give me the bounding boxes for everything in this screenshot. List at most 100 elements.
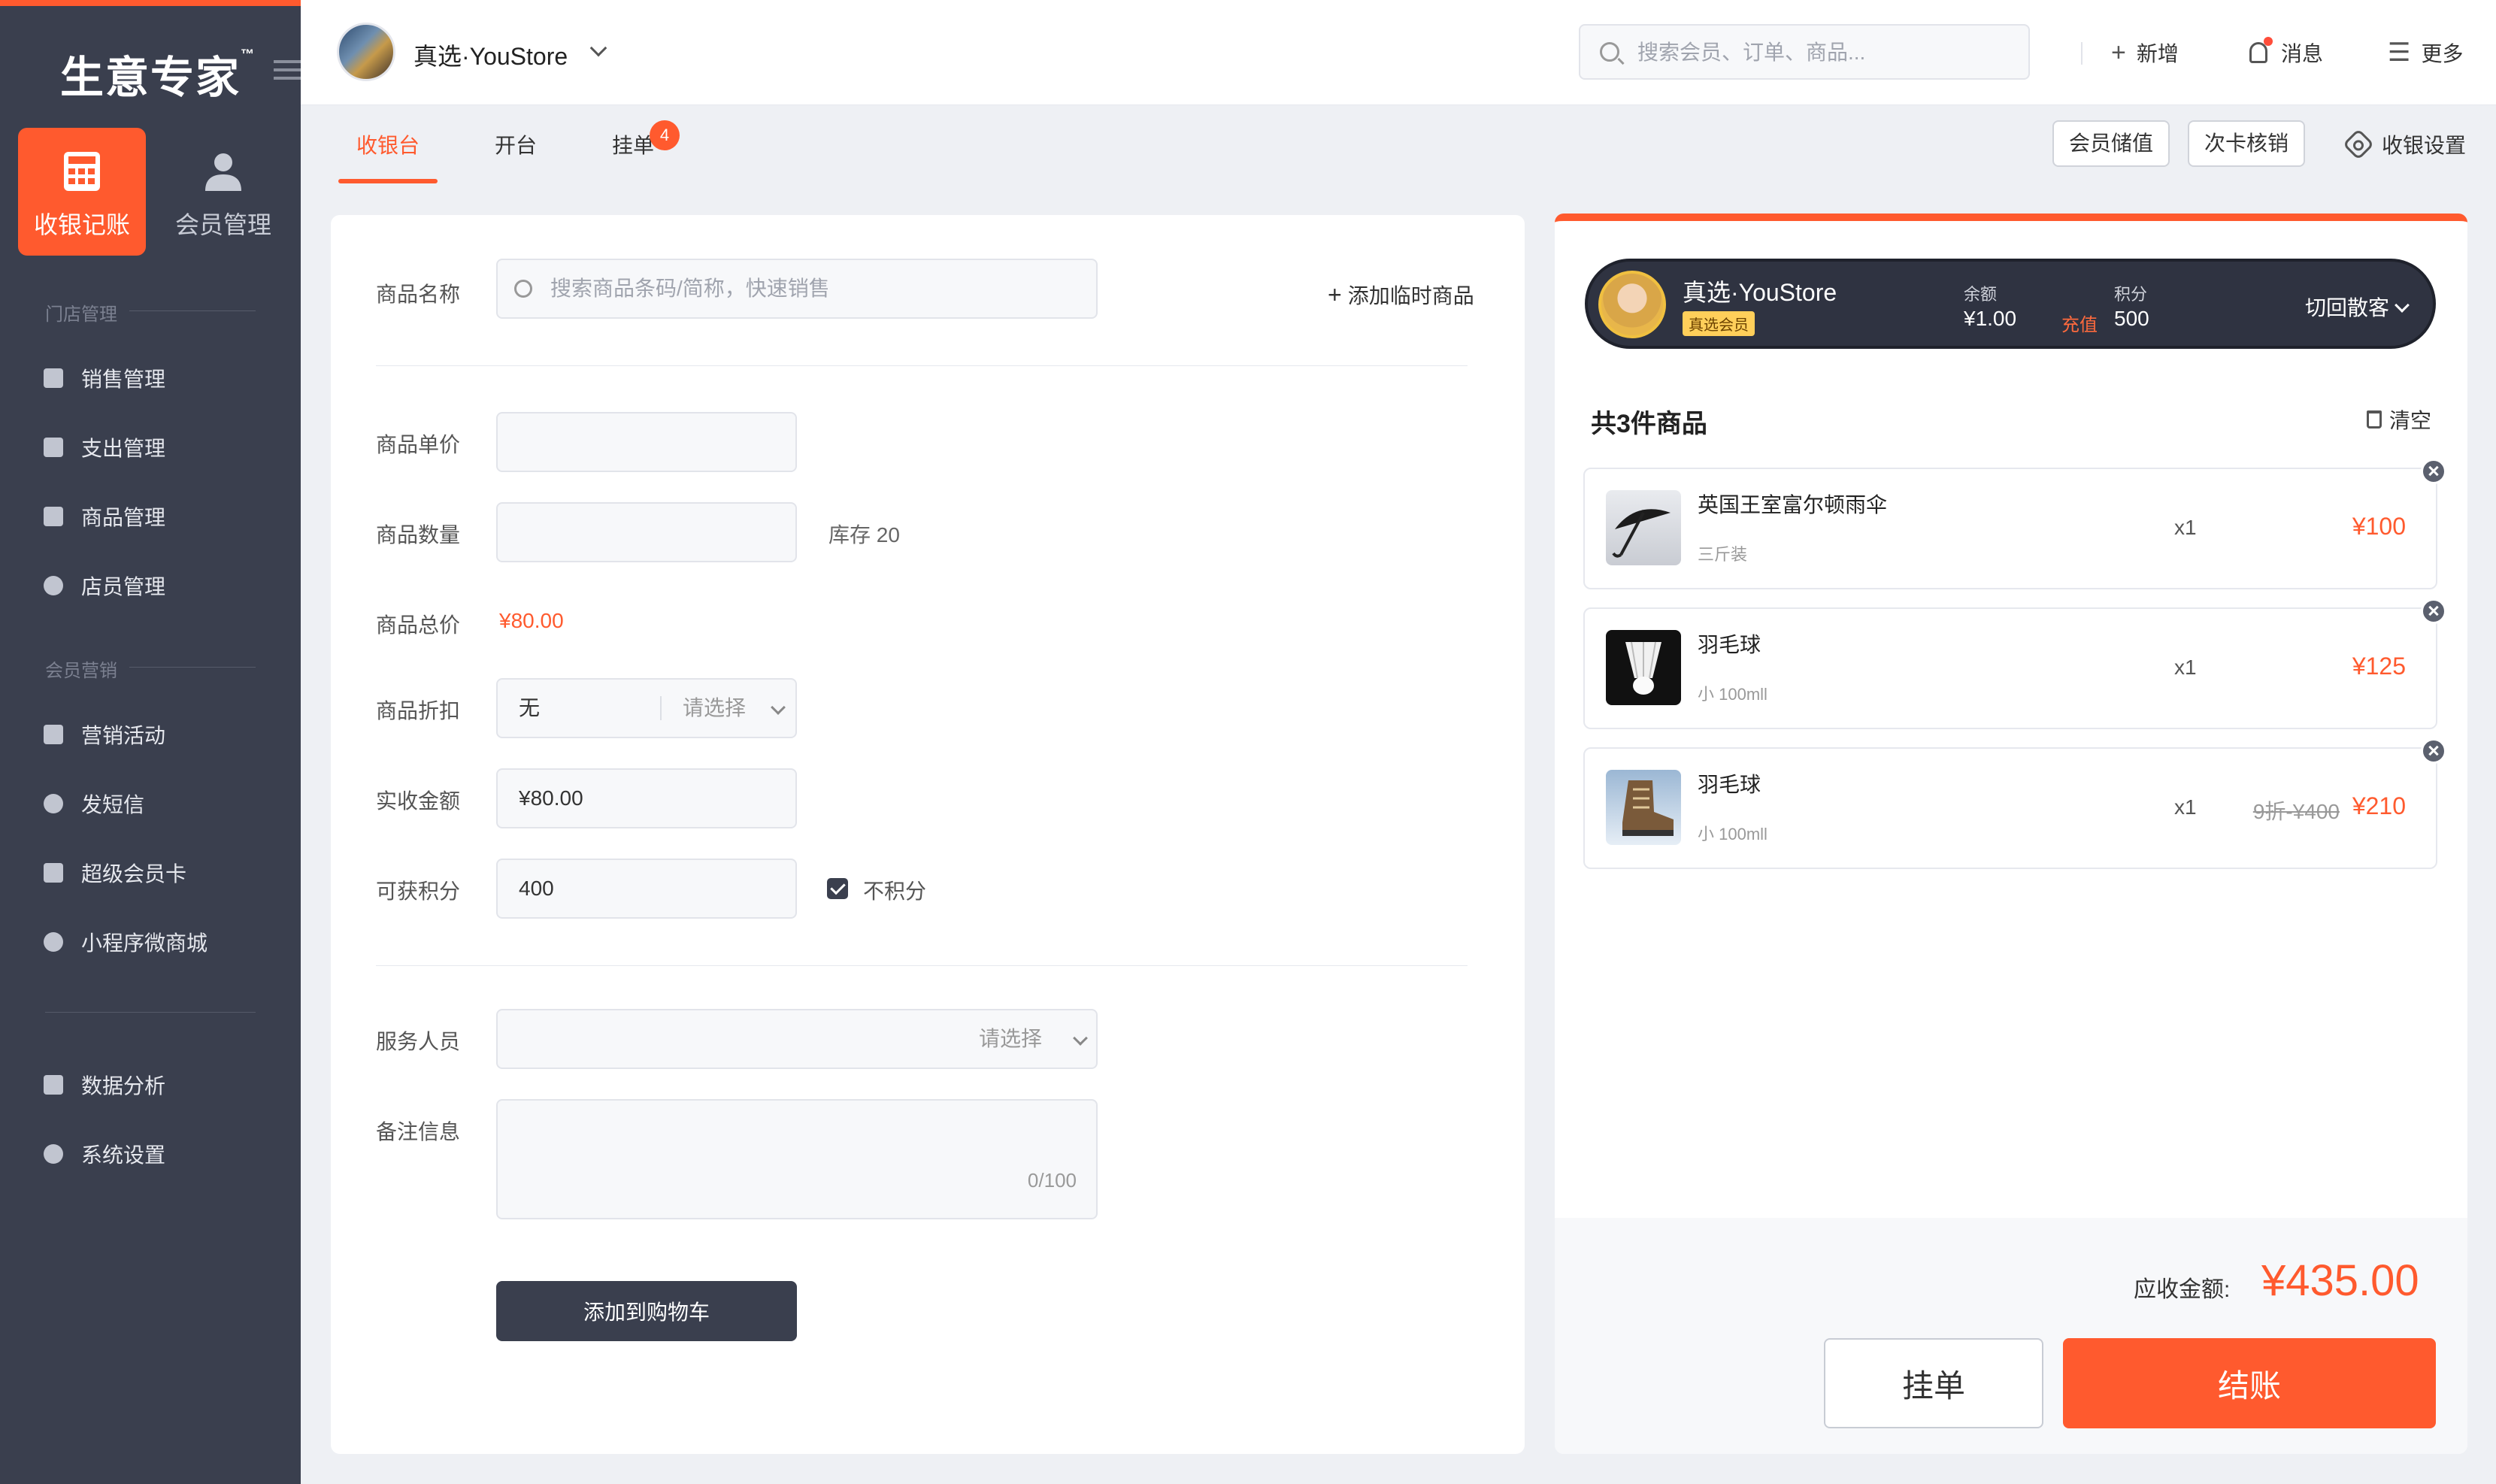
remove-item-button[interactable]	[2421, 459, 2446, 484]
sidebar-item-label: 支出管理	[81, 437, 166, 460]
tab-held-orders[interactable]: 挂单	[612, 129, 654, 159]
card-redeem-button[interactable]: 次卡核销	[2188, 120, 2306, 167]
cart-item[interactable]: 羽毛球 小 100mll x1 ¥125	[1583, 598, 2446, 729]
tag-icon	[44, 725, 63, 744]
recharge-link[interactable]: 充值	[2061, 310, 2098, 336]
chevron-down-icon[interactable]	[589, 39, 607, 57]
item-spec: 小 100mll	[1698, 825, 1767, 843]
shuttlecock-icon	[1606, 630, 1681, 705]
section-title-store: 门店管理	[45, 299, 256, 326]
tab-open-table[interactable]: 开台	[495, 129, 537, 159]
add-new-button[interactable]: + 新增	[2111, 38, 2179, 68]
cart-item[interactable]: 英国王室富尔顿雨伞 三斤装 x1 ¥100	[1583, 459, 2446, 589]
top-bar: 真选·YouStore + 新增 消息 ☰ 更多	[301, 0, 2496, 105]
clear-cart-button[interactable]: 清空	[2367, 404, 2431, 435]
amount-due-value: ¥435.00	[2261, 1256, 2419, 1305]
sidebar-item-label: 超级会员卡	[81, 862, 187, 886]
staff-label: 服务人员	[376, 1030, 461, 1053]
messages-button[interactable]: 消息	[2249, 37, 2324, 68]
module-member[interactable]: 会员管理	[159, 128, 287, 256]
brand-tm: ™	[241, 47, 256, 62]
item-name: 英国王室富尔顿雨伞	[1698, 493, 1888, 516]
item-name: 羽毛球	[1698, 633, 1761, 656]
sidebar-item-analytics[interactable]: 数据分析	[44, 1066, 165, 1104]
staff-icon	[44, 576, 63, 595]
member-name: 真选·YouStore	[1683, 279, 1837, 306]
balance-value: ¥1.00	[1964, 307, 2017, 330]
discount-label: 商品折扣	[376, 699, 461, 722]
switch-to-guest-button[interactable]: 切回散客	[2305, 292, 2410, 322]
add-to-cart-button[interactable]: 添加到购物车	[496, 1281, 797, 1341]
checkout-button[interactable]: 结账	[2063, 1338, 2436, 1428]
global-search-input[interactable]	[1637, 39, 2013, 66]
remove-item-button[interactable]	[2421, 738, 2446, 764]
item-name: 羽毛球	[1698, 773, 1761, 796]
item-price: ¥125	[2352, 653, 2406, 680]
module-cashier[interactable]: 收银记账	[18, 128, 146, 256]
member-recharge-button[interactable]: 会员储值	[2052, 120, 2170, 167]
sidebar-item-sms[interactable]: 发短信	[44, 785, 144, 822]
bar-chart-icon	[44, 1075, 63, 1095]
cart-item[interactable]: 羽毛球 小 100mll x1 9折-¥400 ¥210	[1583, 738, 2446, 869]
trash-icon	[2367, 410, 2382, 429]
sidebar-item-campaigns[interactable]: 营销活动	[44, 716, 165, 753]
sidebar-item-vip-card[interactable]: 超级会员卡	[44, 854, 186, 892]
cashier-settings-button[interactable]: 收银设置	[2342, 128, 2467, 161]
quantity-input[interactable]	[496, 502, 797, 562]
module-cashier-label: 收银记账	[33, 211, 130, 238]
chevron-down-icon	[1073, 1031, 1088, 1046]
more-button[interactable]: ☰ 更多	[2388, 38, 2464, 68]
member-points-value: 500	[2114, 307, 2149, 330]
member-card: 真选·YouStore 真选会员 余额 ¥1.00 充值 积分 500 切回散客	[1585, 259, 2436, 349]
collapse-menu-icon[interactable]	[274, 60, 301, 83]
sidebar-item-label: 系统设置	[81, 1143, 166, 1167]
unit-price-label: 商品单价	[376, 433, 461, 456]
remove-item-button[interactable]	[2421, 598, 2446, 624]
messages-label: 消息	[2281, 42, 2324, 65]
store-avatar[interactable]	[337, 23, 395, 81]
sidebar-item-label: 发短信	[81, 793, 145, 816]
divider	[376, 965, 1468, 966]
received-amount-input[interactable]: ¥80.00	[496, 768, 797, 828]
sale-form-panel: 商品名称 搜索商品条码/简称，快速销售 + 添加临时商品 商品单价 商品数量 库存…	[331, 215, 1525, 1454]
vip-card-icon	[44, 863, 63, 883]
boot-icon	[1606, 770, 1681, 845]
quantity-label: 商品数量	[376, 523, 461, 547]
bell-icon	[2249, 37, 2273, 63]
sidebar: 生意专家™ 收银记账 会员管理 门店管理 销售管理 支出管理 商品管理 店员管理…	[0, 0, 301, 1484]
cart-footer: 应收金额: ¥435.00 挂单 结账	[1555, 1218, 2467, 1454]
stock-text: 库存 20	[828, 523, 900, 547]
item-spec: 三斤装	[1698, 545, 1748, 564]
cashier-settings-label: 收银设置	[2382, 134, 2467, 157]
settings-icon	[44, 1144, 63, 1164]
discount-value: 无	[519, 696, 541, 719]
message-icon	[44, 794, 63, 813]
gear-icon	[2342, 128, 2375, 161]
add-temp-product-button[interactable]: + 添加临时商品	[1328, 280, 1474, 310]
sidebar-item-staff[interactable]: 店员管理	[44, 567, 165, 604]
global-search[interactable]	[1579, 24, 2030, 80]
remark-textarea[interactable]: 0/100	[496, 1099, 1098, 1219]
no-points-checkbox[interactable]	[827, 878, 848, 899]
product-search-placeholder: 搜索商品条码/简称，快速销售	[550, 277, 830, 300]
sidebar-item-expense[interactable]: 支出管理	[44, 429, 165, 466]
sidebar-item-miniapp[interactable]: 小程序微商城	[44, 923, 207, 961]
points-input[interactable]: 400	[496, 859, 797, 919]
sidebar-item-label: 销售管理	[81, 368, 166, 391]
calculator-icon	[61, 150, 103, 192]
sidebar-item-products[interactable]: 商品管理	[44, 498, 165, 535]
module-member-label: 会员管理	[174, 211, 271, 238]
staff-select[interactable]: 请选择	[496, 1009, 1098, 1069]
tab-cashier[interactable]: 收银台	[356, 129, 420, 159]
user-icon	[202, 150, 244, 192]
product-search-field[interactable]: 搜索商品条码/简称，快速销售	[496, 259, 1098, 319]
store-name[interactable]: 真选·YouStore	[413, 38, 568, 72]
member-avatar	[1598, 271, 1666, 338]
sidebar-item-sales[interactable]: 销售管理	[44, 359, 165, 397]
discount-select[interactable]: 无 请选择	[496, 678, 797, 738]
no-points-label: 不积分	[863, 880, 927, 903]
staff-placeholder: 请选择	[979, 1027, 1043, 1050]
hold-order-button[interactable]: 挂单	[1824, 1338, 2043, 1428]
sidebar-item-settings[interactable]: 系统设置	[44, 1135, 165, 1173]
unit-price-input[interactable]	[496, 412, 797, 472]
